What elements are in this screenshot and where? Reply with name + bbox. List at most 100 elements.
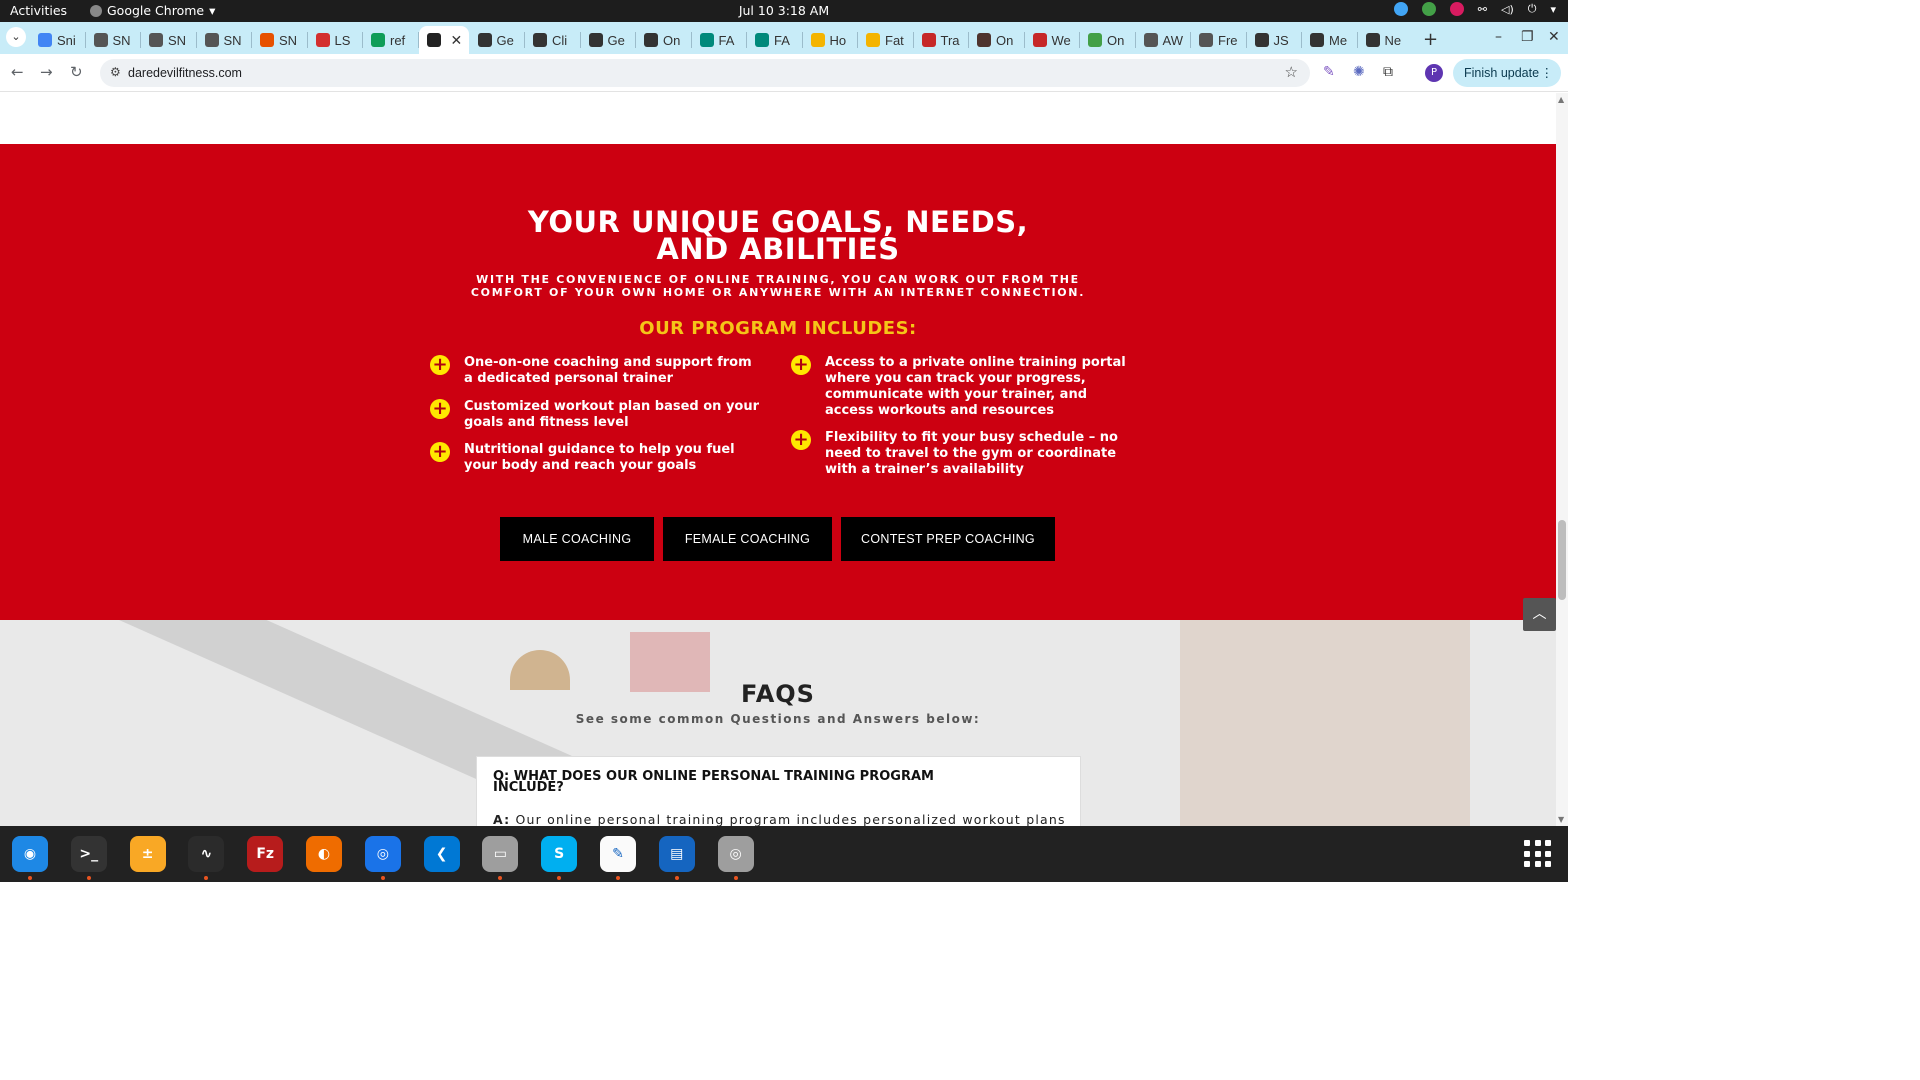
browser-tab[interactable]: Tra — [914, 26, 970, 54]
restore-icon[interactable]: ❐ — [1521, 29, 1534, 45]
browser-tab[interactable]: AW — [1136, 26, 1192, 54]
browser-tab[interactable]: We — [1025, 26, 1081, 54]
dock-disks-icon[interactable]: ◎ — [717, 836, 754, 872]
tab-label: On — [996, 32, 1014, 48]
browser-tab[interactable]: Fre — [1191, 26, 1247, 54]
tab-label: SN — [279, 32, 298, 48]
browser-tab[interactable]: JS — [1247, 26, 1303, 54]
puzzle-extensions-icon[interactable]: ⧉ — [1383, 64, 1393, 80]
tab-label: Tra — [940, 32, 960, 48]
dock-skype-icon[interactable]: S — [541, 836, 578, 872]
scroll-up-arrow-icon[interactable]: ▲ — [1558, 95, 1564, 104]
scroll-down-arrow-icon[interactable]: ▼ — [1558, 815, 1564, 824]
browser-tab[interactable]: SN — [141, 26, 197, 54]
running-indicator — [380, 876, 385, 880]
new-tab-button[interactable]: + — [1423, 29, 1438, 50]
dock-text-editor-icon[interactable]: ✎ — [600, 836, 636, 872]
tab-search-button[interactable]: ⌄ — [6, 27, 26, 47]
activities-button[interactable]: Activities — [10, 3, 67, 18]
female-coaching-button[interactable]: FEMALE COACHING — [663, 517, 832, 561]
tab-close-icon[interactable]: ✕ — [451, 32, 463, 49]
tab-favicon-icon — [699, 33, 714, 47]
tab-favicon-icon — [533, 33, 547, 47]
finish-update-button[interactable]: Finish update ⋮ — [1453, 59, 1561, 87]
dock-firefox-icon[interactable]: ◐ — [306, 836, 342, 872]
url-text[interactable]: daredevilfitness.com — [128, 66, 242, 80]
pen-extension-icon[interactable]: ✎ — [1323, 64, 1335, 80]
chrome-icon — [90, 4, 102, 17]
site-info-icon[interactable]: ⚙ — [110, 65, 121, 79]
browser-tab[interactable]: SN — [86, 26, 142, 54]
forward-icon[interactable]: → — [40, 63, 53, 81]
tab-favicon-icon — [149, 33, 163, 47]
dock-chrome-icon[interactable]: ◎ — [364, 836, 401, 872]
dock-system-monitor-icon[interactable]: ∿ — [188, 836, 225, 872]
browser-tab[interactable]: FA — [747, 26, 803, 54]
page-viewport: YOUR UNIQUE GOALS, NEEDS, AND ABILITIES … — [0, 93, 1556, 826]
dock-writer-icon[interactable]: ▤ — [658, 836, 695, 872]
running-indicator — [28, 876, 32, 880]
browser-tab[interactable]: LS — [308, 26, 364, 54]
dock-vs-code-icon[interactable]: ❮ — [423, 836, 460, 872]
faq-question[interactable]: Q: WHAT DOES OUR ONLINE PERSONAL TRAININ… — [493, 770, 993, 794]
browser-tab[interactable]: Me — [1302, 26, 1358, 54]
faq-section: FAQS See some common Questions and Answe… — [0, 620, 1556, 826]
dock-files-icon[interactable]: ▭ — [482, 836, 519, 872]
dock-thunderbird-icon[interactable]: ◉ — [12, 836, 48, 872]
tab-label: Me — [1329, 32, 1348, 48]
profile-avatar[interactable]: P — [1425, 64, 1443, 82]
address-bar[interactable]: ⚙ daredevilfitness.com ☆ — [100, 59, 1310, 87]
back-icon[interactable]: ← — [11, 63, 24, 81]
browser-tab[interactable]: Cli — [525, 26, 581, 54]
tab-label: On — [1107, 32, 1125, 48]
bookmark-star-icon[interactable]: ☆ — [1285, 63, 1298, 81]
browser-tab[interactable]: On — [1080, 26, 1136, 54]
tab-favicon-icon — [588, 33, 603, 47]
check-icon — [1421, 2, 1436, 16]
browser-tab[interactable]: Ge — [581, 26, 637, 54]
app-menu[interactable]: Google Chrome ▾ — [90, 3, 215, 18]
tab-favicon-icon — [426, 33, 441, 47]
tab-favicon-icon — [371, 33, 385, 47]
browser-tab[interactable]: Sni — [30, 26, 86, 54]
section-headline: YOUR UNIQUE GOALS, NEEDS, AND ABILITIES — [0, 208, 1556, 264]
browser-tab[interactable]: SN — [252, 26, 308, 54]
scrollbar-thumb[interactable] — [1558, 520, 1566, 600]
browser-tab[interactable]: Ho — [803, 26, 859, 54]
browser-tab[interactable]: ✕ — [418, 26, 469, 54]
browser-tab[interactable]: FA — [692, 26, 748, 54]
system-tray[interactable]: ⚯ ◁) ⏻ ▾ — [1393, 2, 1556, 16]
plus-icon: + — [791, 355, 811, 375]
dock-calculator-icon[interactable]: ± — [129, 836, 166, 872]
close-icon[interactable]: ✕ — [1548, 29, 1560, 45]
browser-tab[interactable]: On — [969, 26, 1025, 54]
dock-terminal-icon[interactable]: >_ — [70, 836, 107, 872]
male-coaching-button[interactable]: MALE COACHING — [500, 517, 654, 561]
feature-text: Nutritional guidance to help you fuel yo… — [464, 442, 735, 473]
browser-tab[interactable]: On — [636, 26, 692, 54]
plus-icon: + — [430, 399, 450, 419]
show-apps-icon[interactable] — [1524, 840, 1552, 868]
tab-label: Ho — [829, 32, 847, 48]
tab-label: AW — [1162, 32, 1183, 48]
reload-icon[interactable]: ↻ — [70, 63, 83, 81]
browser-tab[interactable]: SN — [197, 26, 253, 54]
browser-tab[interactable]: Fat — [858, 26, 914, 54]
clock[interactable]: Jul 10 3:18 AM — [739, 3, 829, 18]
browser-tab[interactable]: Ne — [1358, 26, 1414, 54]
browser-tab[interactable]: ref — [363, 26, 419, 54]
dock-filezilla-icon[interactable]: Fz — [247, 836, 284, 872]
browser-tab[interactable]: Ge — [470, 26, 526, 54]
kebab-menu-icon: ⋮ — [1540, 66, 1554, 80]
contest-prep-coaching-button[interactable]: CONTEST PREP COACHING — [841, 517, 1055, 561]
faq-item[interactable]: Q: WHAT DOES OUR ONLINE PERSONAL TRAININ… — [476, 756, 1081, 826]
back-to-top-button[interactable]: ︿ — [1523, 598, 1556, 631]
gear-extension-icon[interactable]: ✺ — [1353, 64, 1365, 80]
tab-label: SN — [112, 32, 131, 48]
tab-favicon-icon — [1199, 33, 1213, 47]
feature-item: + One-on-one coaching and support from a… — [430, 355, 760, 387]
scrollbar[interactable] — [1556, 93, 1568, 826]
faq-answer-text: Our online personal training program inc… — [515, 812, 1066, 826]
color-icon — [1449, 2, 1464, 16]
minimize-icon[interactable]: – — [1495, 29, 1502, 45]
